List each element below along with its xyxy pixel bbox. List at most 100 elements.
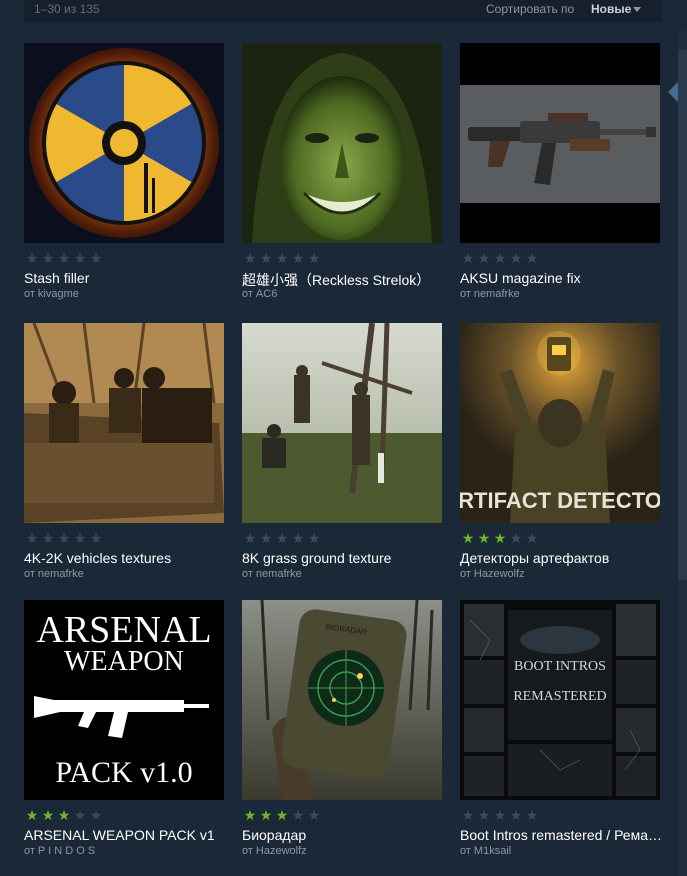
- item-title[interactable]: Boot Intros remastered / Ремастер загруз…: [460, 827, 666, 843]
- rating-stars: ★ ★ ★ ★ ★: [24, 808, 104, 822]
- item-thumbnail[interactable]: [24, 323, 224, 523]
- item-author: от P I N D O S: [24, 845, 96, 857]
- star-icon: ★: [291, 250, 305, 266]
- author-link[interactable]: kivagme: [38, 288, 79, 300]
- star-icon: ★: [259, 250, 273, 266]
- item-thumbnail[interactable]: BIORADAR: [242, 600, 442, 800]
- star-icon: ★: [307, 250, 321, 266]
- star-icon: ★: [525, 807, 539, 823]
- workshop-item[interactable]: BOOT INTROS REMASTERED ★ ★ ★ ★ ★ Boot Intros…: [460, 600, 666, 857]
- item-author: от nemafrke: [24, 568, 84, 580]
- star-icon: ★: [509, 530, 523, 546]
- workshop-item[interactable]: ARSENAL WEAPON PACK v1.0 ★ ★ ★ ★ ★ ARSENAL W…: [24, 600, 224, 857]
- rating-stars: ★ ★ ★ ★ ★: [24, 531, 104, 545]
- item-title[interactable]: Stash filler: [24, 270, 230, 286]
- star-icon: ★: [89, 807, 103, 823]
- star-icon: ★: [243, 807, 257, 823]
- star-icon: ★: [509, 807, 523, 823]
- item-thumbnail[interactable]: ARSENAL WEAPON PACK v1.0: [24, 600, 224, 800]
- star-icon: ★: [477, 807, 491, 823]
- star-icon: ★: [73, 250, 87, 266]
- star-icon: ★: [41, 530, 55, 546]
- rating-stars: ★ ★ ★ ★ ★: [460, 531, 540, 545]
- author-link[interactable]: P I N D O S: [38, 845, 95, 857]
- item-title[interactable]: 4K-2K vehicles textures: [24, 550, 230, 566]
- item-title[interactable]: ARSENAL WEAPON PACK v1: [24, 827, 230, 843]
- star-icon: ★: [307, 807, 321, 823]
- thumbnail-caption: BOOT INTROS: [514, 659, 606, 674]
- star-icon: ★: [291, 807, 305, 823]
- star-icon: ★: [509, 250, 523, 266]
- item-thumbnail[interactable]: BOOT INTROS REMASTERED: [460, 600, 660, 800]
- star-icon: ★: [57, 250, 71, 266]
- rating-stars: ★ ★ ★ ★ ★: [460, 251, 540, 265]
- sort-bar: 1–30 из 135 Сортировать по Новые: [24, 0, 662, 22]
- rating-stars: ★ ★ ★ ★ ★: [242, 808, 322, 822]
- item-title[interactable]: 8K grass ground texture: [242, 550, 448, 566]
- item-thumbnail[interactable]: [460, 43, 660, 243]
- author-link[interactable]: AC6: [256, 288, 277, 300]
- item-title[interactable]: Биорадар: [242, 827, 448, 843]
- thumbnail-caption: ARSENAL: [36, 609, 211, 651]
- star-icon: ★: [525, 530, 539, 546]
- star-icon: ★: [461, 807, 475, 823]
- author-link[interactable]: nemafrke: [256, 568, 302, 580]
- item-thumbnail[interactable]: [242, 323, 442, 523]
- star-icon: ★: [461, 530, 475, 546]
- workshop-item[interactable]: ★ ★ ★ ★ ★ AKSU magazine fix от nemafrke: [460, 43, 660, 300]
- thumbnail-caption: ARTIFACT DETECTOR: [460, 488, 660, 513]
- item-author: от Hazewolfz: [460, 568, 525, 580]
- chevron-down-icon[interactable]: [633, 7, 641, 12]
- rating-stars: ★ ★ ★ ★ ★: [242, 531, 322, 545]
- item-title[interactable]: Детекторы артефактов: [460, 550, 666, 566]
- workshop-item[interactable]: ★ ★ ★ ★ ★ 超雄小强（Reckless Strelok） от AC6: [242, 43, 442, 300]
- star-icon: ★: [275, 530, 289, 546]
- star-icon: ★: [493, 530, 507, 546]
- scrollbar[interactable]: [668, 30, 687, 876]
- item-thumbnail[interactable]: ARTIFACT DETECTOR: [460, 323, 660, 523]
- author-link[interactable]: M1ksail: [474, 845, 511, 857]
- thumbnail-caption: REMASTERED: [513, 689, 606, 704]
- workshop-item[interactable]: BIORADAR ★ ★ ★ ★ ★ Биорадар от Hazewolfz: [242, 600, 442, 857]
- scrollbar-thumb[interactable]: [678, 50, 687, 580]
- item-author: от M1ksail: [460, 845, 512, 857]
- star-icon: ★: [493, 807, 507, 823]
- scroll-arrow-icon[interactable]: [668, 82, 678, 102]
- star-icon: ★: [477, 250, 491, 266]
- item-author: от nemafrke: [242, 568, 302, 580]
- star-icon: ★: [307, 530, 321, 546]
- item-author: от kivagme: [24, 288, 79, 300]
- star-icon: ★: [275, 250, 289, 266]
- author-link[interactable]: nemafrke: [474, 288, 520, 300]
- item-title[interactable]: AKSU magazine fix: [460, 270, 666, 286]
- item-thumbnail[interactable]: [24, 43, 224, 243]
- item-thumbnail[interactable]: [242, 43, 442, 243]
- workshop-item[interactable]: ★ ★ ★ ★ ★ 8K grass ground texture от nemafrke: [242, 323, 442, 580]
- star-icon: ★: [259, 807, 273, 823]
- item-author: от nemafrke: [460, 288, 520, 300]
- rating-stars: ★ ★ ★ ★ ★: [242, 251, 322, 265]
- item-title[interactable]: 超雄小强（Reckless Strelok）: [242, 270, 448, 290]
- star-icon: ★: [461, 250, 475, 266]
- rating-stars: ★ ★ ★ ★ ★: [24, 251, 104, 265]
- star-icon: ★: [89, 530, 103, 546]
- star-icon: ★: [41, 250, 55, 266]
- workshop-item[interactable]: ★ ★ ★ ★ ★ Stash filler от kivagme: [24, 43, 224, 300]
- rating-stars: ★ ★ ★ ★ ★: [460, 808, 540, 822]
- item-author: от Hazewolfz: [242, 845, 307, 857]
- sort-dropdown[interactable]: Новые: [591, 2, 631, 16]
- star-icon: ★: [25, 250, 39, 266]
- star-icon: ★: [57, 530, 71, 546]
- results-count: 1–30 из 135: [34, 2, 100, 16]
- star-icon: ★: [25, 530, 39, 546]
- star-icon: ★: [73, 807, 87, 823]
- workshop-item[interactable]: ★ ★ ★ ★ ★ 4K-2K vehicles textures от nemafrke: [24, 323, 224, 580]
- author-link[interactable]: Hazewolfz: [474, 568, 525, 580]
- author-link[interactable]: nemafrke: [38, 568, 84, 580]
- star-icon: ★: [73, 530, 87, 546]
- workshop-item[interactable]: ARTIFACT DETECTOR ★★★★★ Детекторы артефа…: [460, 323, 660, 580]
- author-link[interactable]: Hazewolfz: [256, 845, 307, 857]
- star-icon: ★: [291, 530, 305, 546]
- sort-label: Сортировать по: [486, 2, 575, 16]
- star-icon: ★: [57, 807, 71, 823]
